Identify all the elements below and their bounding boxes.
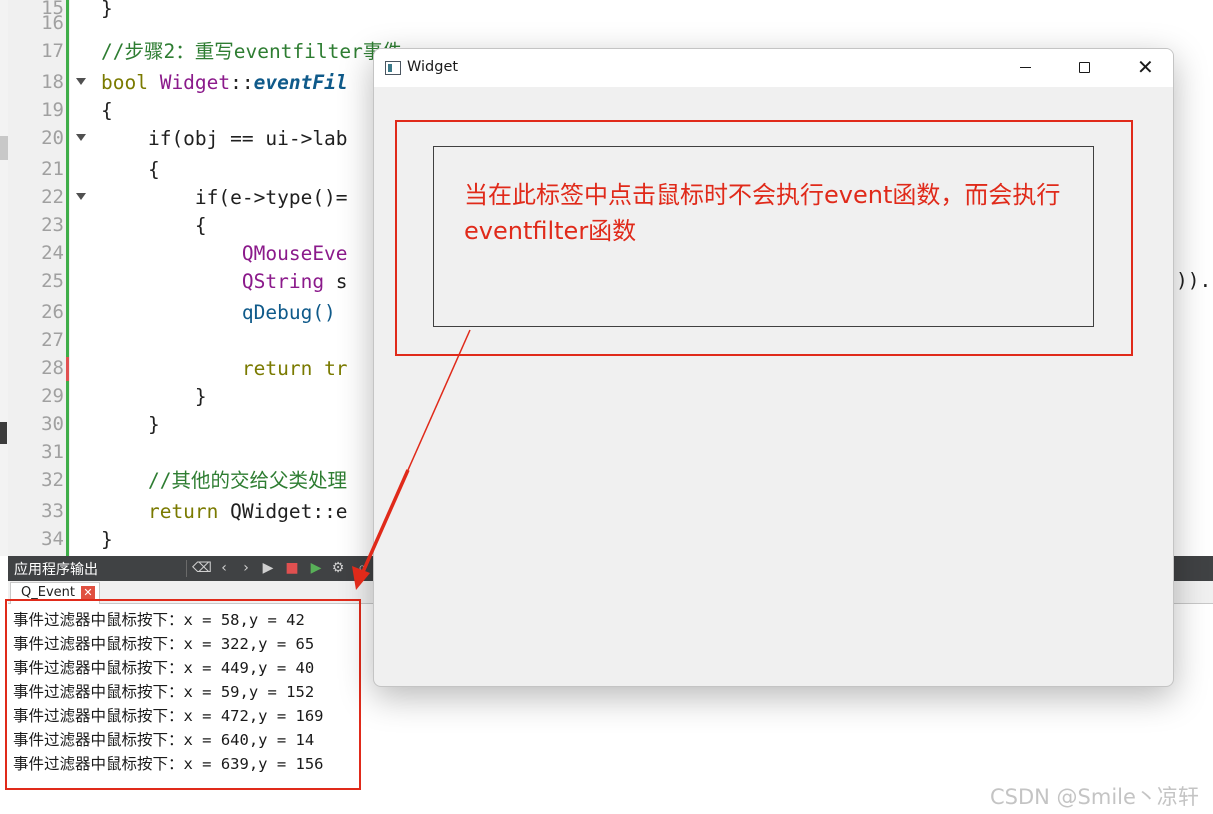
code-text: if(e->type()=: [101, 186, 348, 209]
line-number: 27: [41, 329, 64, 351]
code-text: {: [101, 158, 160, 181]
fold-arrow-icon[interactable]: [76, 134, 86, 141]
line-number: 28: [41, 357, 64, 379]
keyword: return: [101, 357, 313, 380]
code-rest: tr: [312, 357, 348, 380]
type-name: QString: [101, 270, 325, 293]
attach-debugger-icon[interactable]: ▶: [306, 558, 326, 578]
maximize-button[interactable]: [1055, 49, 1113, 87]
code-text: }: [101, 413, 160, 436]
line-number: 16: [41, 12, 64, 34]
fold-arrow-icon[interactable]: [76, 78, 86, 85]
code-text: if(obj == ui->lab: [101, 127, 348, 150]
line-number: 25: [41, 270, 64, 292]
output-pane-title: 应用程序输出: [14, 562, 98, 578]
code-text: bool Widget::eventFil: [101, 68, 348, 97]
line-number: 23: [41, 214, 64, 236]
output-tab-label: Q_Event: [21, 585, 75, 600]
scope-operator: ::: [230, 71, 254, 94]
close-tab-icon[interactable]: ✕: [80, 586, 95, 600]
event-label-text: 当在此标签中点击鼠标时不会执行event函数，而会执行eventfilter函数: [464, 181, 1061, 245]
code-text: }: [101, 385, 207, 408]
code-text: }: [101, 528, 113, 551]
keyword: return: [101, 500, 219, 523]
line-number: 24: [41, 242, 64, 264]
app-icon-inner: [388, 64, 392, 72]
close-button[interactable]: ✕: [1114, 49, 1172, 87]
line-number: 32: [41, 469, 64, 491]
settings-gear-icon[interactable]: ⚙: [328, 558, 348, 578]
code-text: QString s: [101, 267, 348, 296]
app-window-icon: [385, 61, 401, 75]
output-annotation-box: [5, 599, 361, 790]
code-comment: //其他的交给父类处理: [101, 469, 347, 492]
line-number: 31: [41, 441, 64, 463]
line-number: 34: [41, 528, 64, 550]
keyword: bool: [101, 71, 160, 94]
class-name: Widget: [159, 71, 231, 94]
maximize-icon: [1079, 62, 1090, 73]
code-type: QMouseEve: [101, 242, 348, 265]
code-text: return tr: [101, 354, 348, 383]
next-icon[interactable]: ›: [236, 558, 256, 578]
minimize-icon: [1020, 67, 1031, 68]
window-titlebar[interactable]: Widget ✕: [374, 49, 1173, 87]
code-text: return QWidget::e: [101, 497, 348, 526]
code-line-tail: )).: [1176, 269, 1212, 292]
line-number: 26: [41, 301, 64, 323]
stop-icon[interactable]: ■: [282, 558, 302, 578]
watermark: CSDN @Smile丶凉轩: [990, 785, 1199, 809]
line-number: 18: [41, 71, 64, 93]
code-rest: QWidget::e: [218, 500, 348, 523]
clear-output-icon[interactable]: ⌫: [192, 558, 212, 578]
search-icon[interactable]: ⌕: [352, 558, 372, 578]
line-number: 20: [41, 127, 64, 149]
toolbar-divider: [186, 560, 187, 577]
line-number: 17: [41, 40, 64, 62]
code-rest: s: [324, 270, 348, 293]
line-number: 21: [41, 158, 64, 180]
code-comment: //步骤2：重写eventfilter事件: [101, 40, 402, 63]
widget-window[interactable]: Widget ✕ 当在此标签中点击鼠标时不会执行event函数，而会执行even…: [373, 48, 1174, 687]
line-number: 29: [41, 385, 64, 407]
code-function-call: qDebug(): [101, 301, 336, 324]
code-line[interactable]: 16: [0, 9, 1213, 38]
line-number: 19: [41, 99, 64, 121]
line-number: 33: [41, 500, 64, 522]
code-text: {: [101, 99, 113, 122]
minimize-button[interactable]: [996, 49, 1054, 87]
function-name: eventFil: [253, 71, 348, 94]
previous-icon[interactable]: ‹: [214, 558, 234, 578]
line-number: 22: [41, 186, 64, 208]
close-icon: ✕: [1137, 55, 1154, 79]
line-number: 30: [41, 413, 64, 435]
run-icon[interactable]: ▶: [258, 558, 278, 578]
code-text: {: [101, 214, 207, 237]
window-title: Widget: [407, 59, 459, 75]
fold-arrow-icon[interactable]: [76, 193, 86, 200]
event-label[interactable]: 当在此标签中点击鼠标时不会执行event函数，而会执行eventfilter函数: [433, 146, 1094, 327]
